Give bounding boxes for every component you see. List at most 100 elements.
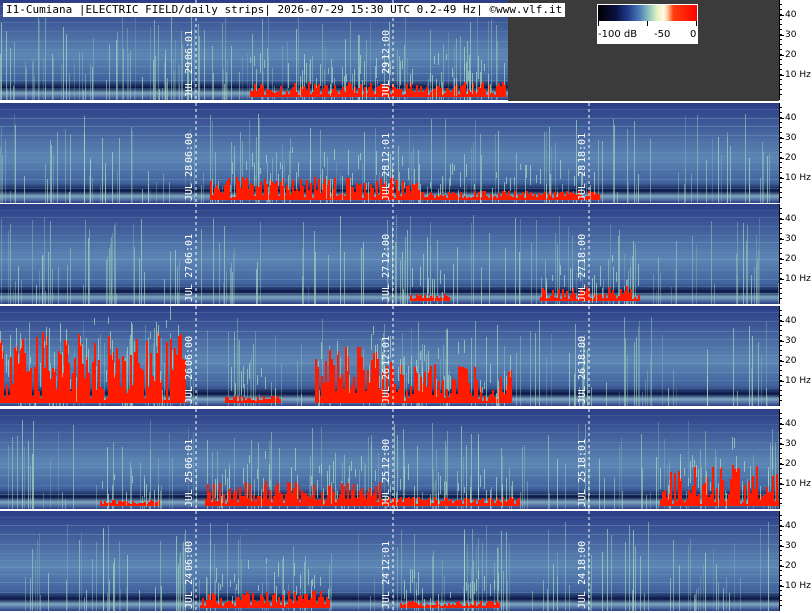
major-tick — [779, 526, 784, 527]
frequency-tick-label: 20 — [785, 561, 797, 571]
major-tick — [779, 219, 784, 220]
minor-tick — [779, 493, 782, 494]
minor-tick — [779, 355, 782, 356]
minor-tick — [779, 540, 782, 541]
minor-tick — [779, 89, 782, 90]
spectrogram-strip-jul-25: 06:01 12:00 18:01 JUL 25 JUL 25 JUL 25 — [0, 409, 779, 509]
frequency-tick-label: 20 — [785, 153, 797, 163]
major-tick — [779, 239, 784, 240]
time-label: 12:01 — [381, 336, 392, 366]
legend-tick — [696, 21, 697, 26]
spectrogram-image: 06:00 12:01 18:00 JUL 24 JUL 24 JUL 24 — [0, 511, 779, 611]
frequency-axis: 40 30 20 10 Hz — [779, 0, 812, 100]
minor-tick — [779, 19, 782, 20]
time-label: 12:01 — [381, 133, 392, 163]
frequency-tick-label: 30 — [785, 133, 797, 143]
frequency-axis: 40 30 20 10 Hz — [779, 511, 812, 611]
major-tick — [779, 55, 784, 56]
minor-tick — [779, 488, 782, 489]
legend-tick — [598, 21, 599, 26]
minor-tick — [779, 580, 782, 581]
major-tick — [779, 484, 784, 485]
minor-tick — [779, 315, 782, 316]
minor-tick — [779, 197, 782, 198]
minor-tick — [779, 375, 782, 376]
minor-tick — [779, 325, 782, 326]
major-tick — [779, 444, 784, 445]
minor-tick — [779, 560, 782, 561]
time-label: 18:01 — [577, 439, 588, 469]
date-label: JUL 29 — [381, 62, 392, 98]
spectrogram-image: 06:01 12:00 18:00 JUL 27 JUL 27 JUL 27 — [0, 204, 779, 304]
minor-tick — [779, 335, 782, 336]
minor-tick — [779, 147, 782, 148]
color-scale-legend: -100 dB -50 0 — [597, 4, 698, 44]
date-label: JUL 24 — [381, 573, 392, 609]
minor-tick — [779, 555, 782, 556]
minor-tick — [779, 503, 782, 504]
date-label: JUL 25 — [381, 471, 392, 507]
minor-tick — [779, 350, 782, 351]
minor-tick — [779, 59, 782, 60]
minor-tick — [779, 9, 782, 10]
minor-tick — [779, 44, 782, 45]
date-label: JUL 27 — [381, 266, 392, 302]
major-tick — [779, 158, 784, 159]
major-tick — [779, 381, 784, 382]
minor-tick — [779, 263, 782, 264]
minor-tick — [779, 498, 782, 499]
minor-tick — [779, 395, 782, 396]
minor-tick — [779, 298, 782, 299]
minor-tick — [779, 428, 782, 429]
minor-tick — [779, 575, 782, 576]
minor-tick — [779, 288, 782, 289]
minor-tick — [779, 370, 782, 371]
minor-tick — [779, 248, 782, 249]
major-tick — [779, 15, 784, 16]
minor-tick — [779, 268, 782, 269]
minor-tick — [779, 310, 782, 311]
frequency-tick-label: 30 — [785, 336, 797, 346]
minor-tick — [779, 433, 782, 434]
minor-tick — [779, 233, 782, 234]
frequency-axis: 40 30 20 10 Hz — [779, 103, 812, 203]
minor-tick — [779, 49, 782, 50]
major-tick — [779, 35, 784, 36]
frequency-axis: 40 30 20 10 Hz — [779, 204, 812, 304]
frequency-tick-label: 40 — [785, 521, 797, 531]
major-tick — [779, 75, 784, 76]
frequency-tick-label: 40 — [785, 113, 797, 123]
minor-tick — [779, 132, 782, 133]
minor-tick — [779, 468, 782, 469]
minor-tick — [779, 400, 782, 401]
minor-tick — [779, 64, 782, 65]
frequency-tick-label: 40 — [785, 10, 797, 20]
minor-tick — [779, 29, 782, 30]
major-tick — [779, 546, 784, 547]
minor-tick — [779, 413, 782, 414]
minor-tick — [779, 293, 782, 294]
time-label: 12:00 — [381, 30, 392, 60]
major-tick — [779, 118, 784, 119]
minor-tick — [779, 167, 782, 168]
frequency-tick-label: 30 — [785, 439, 797, 449]
major-tick — [779, 178, 784, 179]
time-label: 18:00 — [577, 336, 588, 366]
minor-tick — [779, 4, 782, 5]
minor-tick — [779, 590, 782, 591]
frequency-tick-label: 10 Hz — [785, 581, 811, 591]
time-label: 18:01 — [577, 133, 588, 163]
frequency-tick-label: 20 — [785, 356, 797, 366]
figure-title: I1-Cumiana |ELECTRIC FIELD/daily strips|… — [3, 3, 566, 17]
date-label: JUL 26 — [577, 368, 588, 404]
frequency-tick-label: 10 Hz — [785, 274, 811, 284]
spectrogram-image: 06:01 12:00 18:01 JUL 25 JUL 25 JUL 25 — [0, 409, 779, 509]
major-tick — [779, 361, 784, 362]
minor-tick — [779, 182, 782, 183]
minor-tick — [779, 192, 782, 193]
major-tick — [779, 138, 784, 139]
minor-tick — [779, 345, 782, 346]
frequency-tick-label: 20 — [785, 50, 797, 60]
frequency-tick-label: 30 — [785, 541, 797, 551]
minor-tick — [779, 223, 782, 224]
